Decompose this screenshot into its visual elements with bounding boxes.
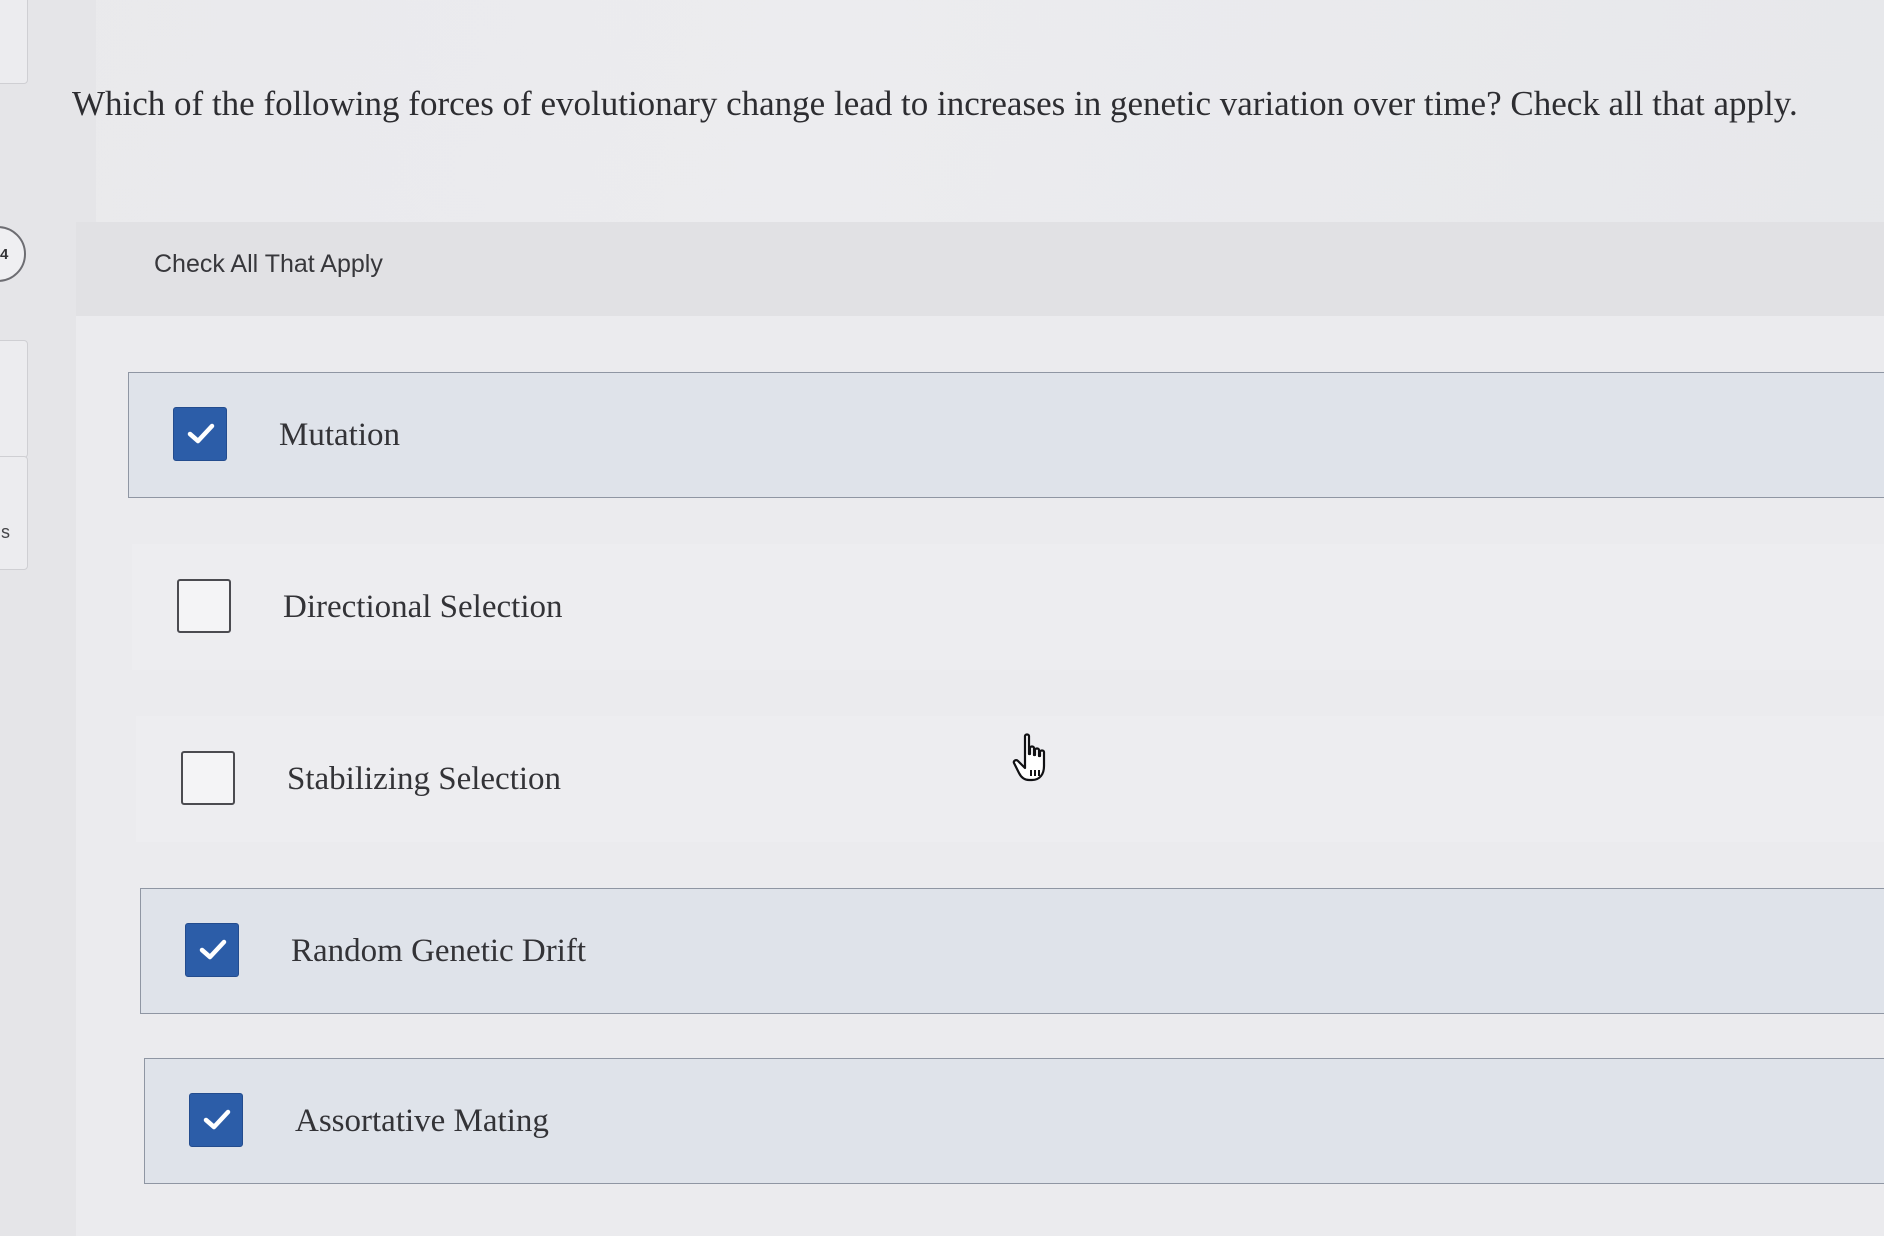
option-checkbox[interactable]	[177, 579, 231, 633]
checkmark-icon	[187, 423, 215, 444]
check-all-label: Check All That Apply	[154, 250, 383, 278]
option-checkbox[interactable]	[173, 407, 227, 461]
hand-pointer-icon	[1012, 733, 1046, 782]
option-random-genetic-drift[interactable]: Random Genetic Drift	[140, 888, 1884, 1014]
option-assortative-mating[interactable]: Assortative Mating	[144, 1058, 1884, 1184]
question-number: 4	[0, 246, 9, 263]
question-text: Which of the following forces of evoluti…	[72, 84, 1798, 123]
rail-tab-middle[interactable]	[0, 340, 28, 458]
option-checkbox[interactable]	[185, 923, 239, 977]
option-directional-selection[interactable]: Directional Selection	[132, 544, 1884, 670]
option-stabilizing-selection[interactable]: Stabilizing Selection	[136, 716, 1884, 842]
option-label: Random Genetic Drift	[291, 933, 587, 969]
option-label: Stabilizing Selection	[287, 761, 562, 797]
checkmark-icon	[203, 1109, 231, 1130]
rail-tab-top[interactable]	[0, 0, 28, 84]
checkmark-icon	[199, 939, 227, 960]
panel-header: Check All That Apply	[76, 222, 1884, 316]
rail-tab-bottom[interactable]	[0, 456, 28, 570]
option-checkbox[interactable]	[181, 751, 235, 805]
option-label: Directional Selection	[283, 589, 563, 625]
option-label: Mutation	[279, 417, 400, 453]
option-mutation[interactable]: Mutation	[128, 372, 1884, 498]
option-checkbox[interactable]	[189, 1093, 243, 1147]
option-label: Assortative Mating	[295, 1103, 549, 1139]
rail-letter: s	[1, 522, 10, 542]
answer-panel: Check All That Apply Mutation Directiona…	[76, 222, 1884, 1236]
